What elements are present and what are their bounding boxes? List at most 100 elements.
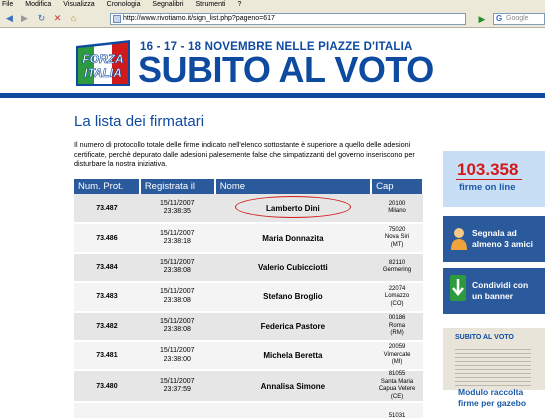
row-time: 23:38:35: [163, 208, 191, 216]
counter-underline: [456, 179, 522, 180]
row-cap-line: 20059: [388, 344, 406, 351]
menu-modifica[interactable]: Modifica: [25, 1, 51, 8]
row-protocol-number: 73.482: [74, 311, 140, 342]
report-friends-line2: almeno 3 amici: [472, 239, 533, 249]
home-icon[interactable]: ⌂: [68, 13, 79, 24]
row-cap-line: 75020: [388, 226, 406, 233]
menu-strumenti[interactable]: Strumenti: [196, 1, 226, 8]
row-name: Valerio Cubicciotti: [214, 252, 372, 284]
row-cap-line: 81055: [388, 371, 406, 378]
banner-title: SUBITO AL VOTO: [138, 49, 434, 90]
row-cap: 22074 Lomazzo (CO): [371, 282, 423, 313]
row-cap-line: Santa Maria: [380, 378, 414, 385]
row-date: 15/11/2007: [159, 258, 195, 266]
url-bar[interactable]: http://www.rivotiamo.it/sign_list.php?pa…: [110, 13, 466, 25]
stop-icon[interactable]: ✕: [52, 13, 63, 24]
row-cap: 20100 Milano: [371, 194, 423, 225]
row-protocol-number: 73.481: [74, 340, 140, 372]
row-time: 23:38:18: [163, 238, 191, 246]
row-cap-line: Roma: [389, 322, 406, 329]
reload-icon[interactable]: ↻: [36, 13, 47, 24]
row-cap: 00186 Roma (RM): [371, 311, 423, 342]
row-cap-line: 22074: [388, 285, 406, 292]
row-date: 15/11/2007: [159, 288, 195, 296]
row-date: 15/11/2007: [159, 377, 195, 385]
row-name: [214, 402, 372, 418]
row-registered: 15/11/2007 23:38:18: [139, 223, 215, 254]
row-cap-line: (CE): [390, 393, 404, 400]
highlight-circle: [235, 196, 351, 218]
url-text: http://www.rivotiamo.it/sign_list.php?pa…: [123, 15, 275, 22]
share-banner-line2: un banner: [472, 291, 514, 301]
row-date: 15/11/2007: [159, 317, 195, 325]
page-content: FORZA ITALIA 16 - 17 - 18 NOVEMBRE NELLE…: [0, 29, 545, 418]
menu-cronologia[interactable]: Cronologia: [107, 1, 141, 8]
row-time: 23:38:08: [163, 326, 191, 334]
forward-icon[interactable]: ▶: [19, 13, 30, 24]
menu-file[interactable]: File: [2, 1, 13, 8]
download-arrow-icon: [450, 275, 466, 301]
row-time: 23:38:00: [163, 355, 191, 363]
row-cap: 75020 Nova Siri (MT): [371, 223, 423, 254]
logo-bottom-text: ITALIA: [84, 66, 122, 80]
row-cap-line: 20100: [388, 200, 406, 207]
row-cap: 51031: [371, 402, 423, 418]
row-name: Michela Beretta: [214, 340, 372, 372]
row-registered: 15/11/2007 23:38:00: [139, 340, 215, 372]
menu-segnalibri[interactable]: Segnalibri: [152, 1, 183, 8]
row-date: 15/11/2007: [159, 199, 195, 207]
row-name: Federica Pastore: [214, 311, 372, 342]
row-cap-line: Germering: [382, 267, 412, 274]
row-cap-line: Capua Vetere: [378, 386, 416, 393]
table-row: 73.484 15/11/2007 23:38:08 Valerio Cubiccio…: [74, 252, 423, 284]
signature-counter: 103.358: [457, 160, 519, 179]
menu-help[interactable]: ?: [237, 1, 241, 8]
row-protocol-number: 73.480: [74, 370, 140, 404]
table-row: 73.486 15/11/2007 23:38:18 Maria Donnazita 7…: [74, 223, 423, 254]
row-date: 15/11/2007: [159, 229, 195, 237]
row-protocol-number: 73.483: [74, 282, 140, 313]
intro-text: Il numero di protocollo totale delle fir…: [74, 140, 415, 168]
row-protocol-number: 73.486: [74, 223, 140, 254]
row-cap-line: (MT): [390, 241, 404, 248]
go-icon[interactable]: ▶: [476, 13, 488, 25]
browser-menubar: File Modifica Visualizza Cronologia Segn…: [0, 0, 545, 10]
col-name: Nome: [214, 179, 373, 194]
row-cap: 82110 Germering: [371, 252, 423, 284]
row-name: Maria Donnazita: [214, 223, 372, 254]
table-row: 73.483 15/11/2007 23:38:08 Stefano Broglio 2…: [74, 282, 423, 313]
google-icon: G: [496, 14, 503, 23]
page-title: La lista dei firmatari: [74, 113, 205, 130]
col-num: Num. Prot.: [74, 179, 141, 194]
table-body: 73.487 15/11/2007 23:38:35 Lamberto Dini 201…: [74, 194, 423, 418]
search-input[interactable]: G Google: [493, 13, 545, 25]
row-cap-line: 00186: [388, 315, 406, 321]
row-name: Stefano Broglio: [214, 282, 372, 313]
gazebo-form-line1: Modulo raccolta: [458, 387, 524, 397]
logo-top-text: FORZA: [82, 52, 123, 66]
row-registered: 15/11/2007 23:38:08: [139, 311, 215, 342]
row-cap-line: Nova Siri: [384, 234, 410, 241]
row-cap-line: (CO): [390, 300, 404, 307]
menu-visualizza[interactable]: Visualizza: [63, 1, 94, 8]
col-date: Registrata il: [139, 179, 216, 194]
back-icon[interactable]: ◀: [4, 13, 15, 24]
table-row: 73.482 15/11/2007 23:38:08 Federica Pastore…: [74, 311, 423, 342]
report-friends-line1: Segnala ad: [472, 228, 517, 238]
header-divider: [0, 93, 545, 98]
signature-counter-label: firme on line: [459, 182, 516, 193]
search-placeholder: Google: [506, 15, 529, 22]
forza-italia-logo: FORZA ITALIA: [76, 40, 130, 86]
browser-toolbar: ◀ ▶ ↻ ✕ ⌂ http://www.rivotiamo.it/sign_l…: [0, 10, 545, 28]
row-time: 23:38:08: [163, 296, 191, 304]
gazebo-form-thumbnail[interactable]: SUBITO AL VOTO: [443, 328, 545, 390]
row-registered: 15/11/2007 23:38:08: [139, 252, 215, 284]
row-cap: 20059 Vimercate (MI): [371, 340, 423, 372]
gazebo-form-link[interactable]: Modulo raccolta firme per gazebo: [458, 387, 526, 408]
row-cap-line: 51031: [388, 413, 406, 418]
row-cap: 81055 Santa Maria Capua Vetere (CE): [371, 370, 423, 404]
thumb-form-lines: [455, 346, 531, 386]
row-cap-line: Lomazzo: [384, 293, 410, 300]
row-cap-line: Vimercate: [383, 351, 411, 358]
row-time: 23:38:08: [163, 267, 191, 275]
